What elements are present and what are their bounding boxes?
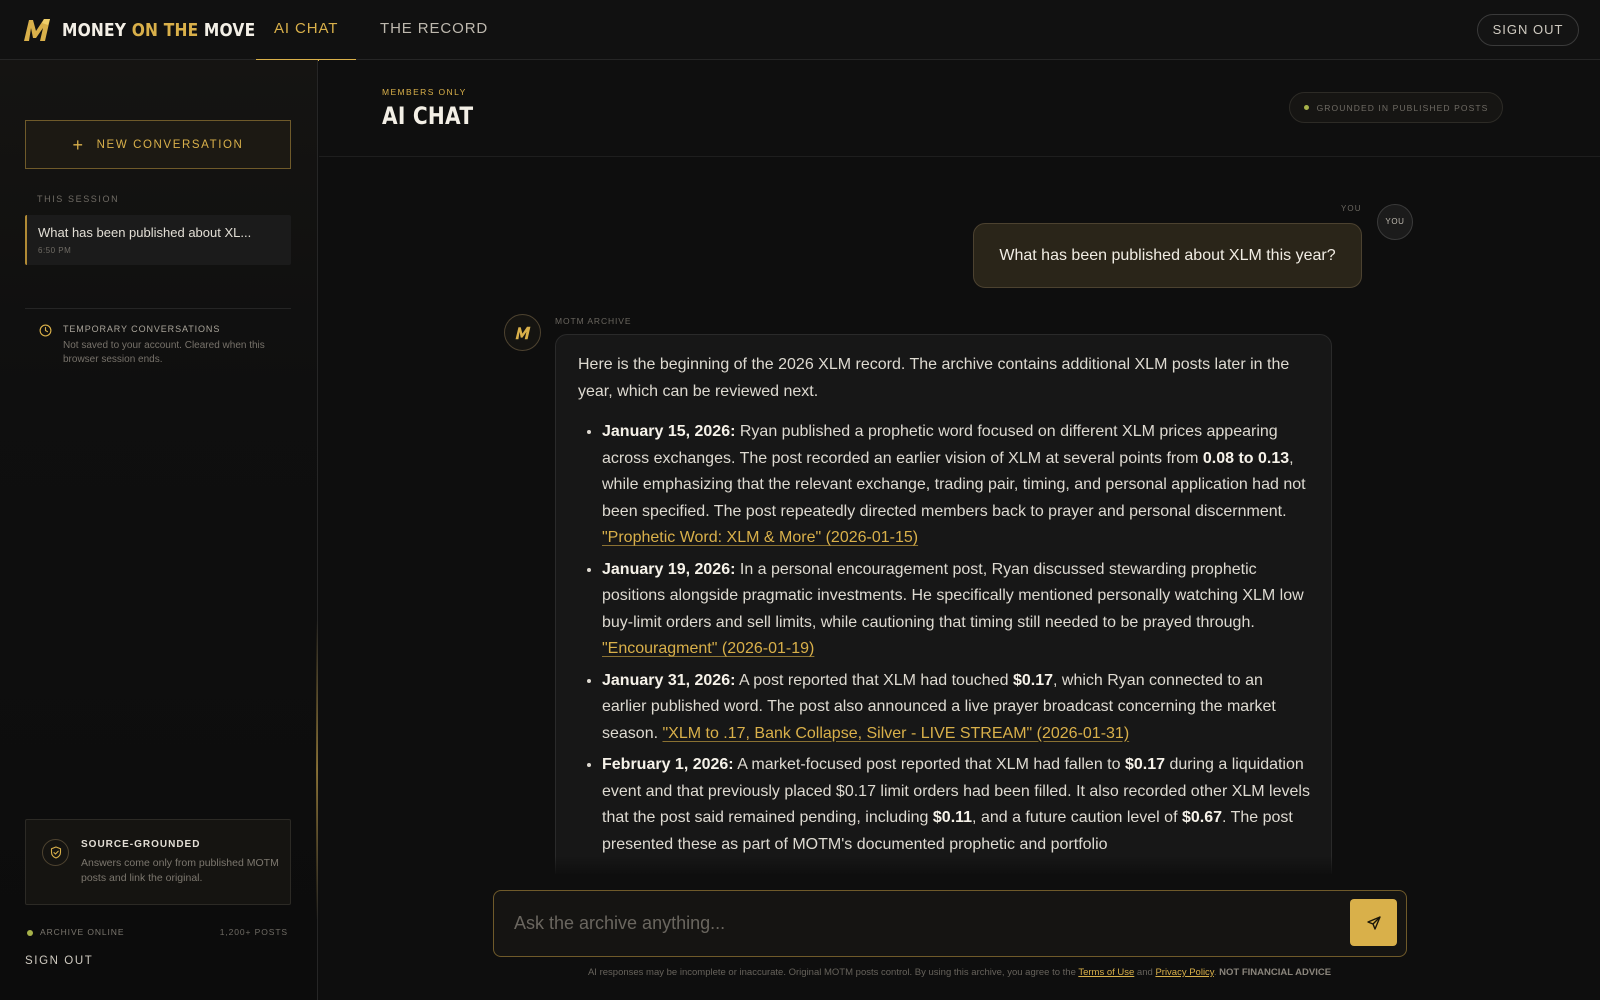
brand-name: MONEY ON THE MOVE [62,19,256,41]
assistant-intro: Here is the beginning of the 2026 XLM re… [578,356,1290,400]
archive-status: ARCHIVE ONLINE [40,927,125,937]
members-only-label: MEMBERS ONLY [382,87,467,97]
record-list: January 15, 2026: Ryan published a proph… [578,419,1310,858]
assistant-message-content: Here is the beginning of the 2026 XLM re… [556,335,1331,858]
tab-the-record[interactable]: THE RECORD [380,0,488,60]
source-link[interactable]: "XLM to .17, Bank Collapse, Silver - LIV… [662,725,1129,742]
shield-badge [42,839,69,866]
grounded-dot [1303,105,1309,110]
assistant-avatar [504,314,541,351]
new-conversation-label: NEW CONVERSATION [96,138,244,151]
session-title: What has been published about XL... [38,225,252,240]
source-grounded-title: SOURCE-GROUNDED [81,839,201,850]
user-avatar: YOU [1377,204,1413,240]
scroll-fade [319,856,1600,876]
page-title: AI CHAT [382,102,474,130]
temporary-conversations-text: Not saved to your account. Cleared when … [63,340,265,365]
user-message-bubble: What has been published about XLM this y… [973,223,1362,288]
source-link[interactable]: "Prophetic Word: XLM & More" (2026-01-15… [602,529,918,546]
shield-check-icon [50,846,61,859]
clock-icon [39,324,52,337]
list-item: January 19, 2026: In a personal encourag… [602,557,1310,663]
disclaimer: AI responses may be incomplete or inaccu… [587,967,1332,978]
sidebar-divider [25,308,291,309]
chat-main: MEMBERS ONLY AI CHAT GROUNDED IN PUBLISH… [319,60,1600,1000]
status-dot [27,930,33,936]
list-item: January 15, 2026: Ryan published a proph… [602,419,1310,552]
sidebar-edge-glow [316,620,318,920]
top-bar: MONEY ON THE MOVE AI CHAT THE RECORD SIG… [0,0,1600,61]
grounded-badge-label: GROUNDED IN PUBLISHED POSTS [1316,102,1489,113]
list-item: January 31, 2026: A post reported that X… [602,668,1310,748]
temporary-conversations-title: TEMPORARY CONVERSATIONS [63,324,221,334]
not-financial-advice: NOT FINANCIAL ADVICE [1219,967,1332,978]
send-icon [1366,915,1381,930]
brand-logo[interactable]: MONEY ON THE MOVE [22,16,287,44]
tab-ai-chat[interactable]: AI CHAT [255,0,357,61]
session-item[interactable]: What has been published about XL... 6:50… [25,215,291,265]
source-grounded-card: SOURCE-GROUNDED Answers come only from p… [25,819,291,905]
plus-icon: + [72,134,85,155]
send-button[interactable] [1350,899,1397,946]
new-conversation-button[interactable]: + NEW CONVERSATION [25,120,291,169]
main-header: MEMBERS ONLY AI CHAT GROUNDED IN PUBLISH… [319,60,1600,157]
privacy-link[interactable]: Privacy Policy [1155,967,1213,978]
session-section-label: THIS SESSION [37,194,120,204]
terms-link[interactable]: Terms of Use [1078,967,1134,978]
m-logo-icon [515,326,530,339]
composer [493,890,1407,957]
grounded-badge: GROUNDED IN PUBLISHED POSTS [1289,92,1503,123]
source-grounded-text: Answers come only from published MOTM po… [81,857,279,884]
top-sign-out-button[interactable]: SIGN OUT [1477,14,1579,46]
assistant-message-bubble: Here is the beginning of the 2026 XLM re… [555,334,1332,934]
user-message-label: YOU [1341,204,1362,213]
session-time: 6:50 PM [38,246,72,255]
post-count: 1,200+ POSTS [219,927,288,937]
list-item: February 1, 2026: A market-focused post … [602,752,1310,858]
sidebar-sign-out-link[interactable]: SIGN OUT [25,955,93,967]
m-logo-icon [24,19,50,41]
source-link[interactable]: "Encouragment" (2026-01-19) [602,640,814,657]
assistant-message-label: MOTM ARCHIVE [555,316,632,326]
chat-input[interactable] [514,891,1334,956]
sidebar: + NEW CONVERSATION THIS SESSION What has… [0,60,318,1000]
